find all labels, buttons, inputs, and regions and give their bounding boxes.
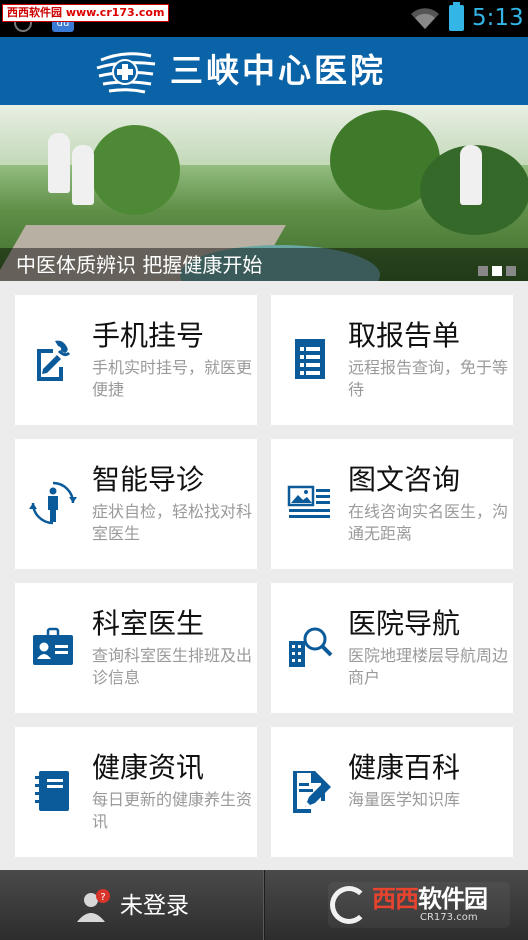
- menu-card-navigation[interactable]: 医院导航 医院地理楼层导航周边商户: [271, 583, 513, 713]
- menu-card-report[interactable]: 取报告单 远程报告查询，免于等待: [271, 295, 513, 425]
- card-title: 医院导航: [348, 607, 461, 640]
- hospital-logo: [96, 52, 156, 94]
- card-desc: 在线咨询实名医生，沟通无距离: [348, 502, 509, 543]
- bottom-bar: ? 未登录 西西软件园 CR173.com: [0, 870, 528, 940]
- banner-carousel[interactable]: 中医体质辨识 把握健康开始: [0, 105, 528, 281]
- notebook-icon: [35, 771, 69, 811]
- notification-badge: ?: [100, 892, 105, 903]
- card-desc: 远程报告查询，免于等待: [348, 358, 509, 399]
- wifi-icon: [411, 8, 439, 29]
- menu-card-news[interactable]: 健康资讯 每日更新的健康养生资讯: [15, 727, 257, 857]
- menu-card-guide[interactable]: 智能导诊 症状自检，轻松找对科室医生: [15, 439, 257, 569]
- carousel-dot[interactable]: [506, 266, 516, 276]
- card-desc: 症状自检，轻松找对科室医生: [92, 502, 253, 543]
- divider: [263, 870, 265, 940]
- banner-caption: 中医体质辨识 把握健康开始: [16, 253, 263, 277]
- login-button[interactable]: ? 未登录: [0, 870, 262, 940]
- card-title: 科室医生: [92, 607, 205, 640]
- building-search-icon: [289, 627, 333, 667]
- watermark-text: 西西软件园: [7, 6, 62, 19]
- id-card-icon: [33, 627, 73, 665]
- carousel-dot[interactable]: [478, 266, 488, 276]
- brand-logo: 西西软件园 CR173.com: [328, 882, 510, 928]
- card-title: 手机挂号: [92, 319, 205, 352]
- card-title: 健康资讯: [92, 751, 205, 784]
- card-desc: 海量医学知识库: [348, 790, 461, 809]
- document-pen-icon: [293, 771, 331, 813]
- brand-ring-icon: [330, 886, 368, 924]
- card-desc: 手机实时挂号，就医更便捷: [92, 358, 253, 399]
- battery-icon: [449, 2, 464, 31]
- image-text-icon: [287, 485, 330, 518]
- card-desc: 医院地理楼层导航周边商户: [348, 646, 509, 687]
- brand-url: CR173.com: [420, 912, 478, 923]
- menu-card-doctors[interactable]: 科室医生 查询科室医生排班及出诊信息: [15, 583, 257, 713]
- menu-card-consult[interactable]: 图文咨询 在线咨询实名医生，沟通无距离: [271, 439, 513, 569]
- clock: 5:13: [472, 5, 524, 31]
- watermark-url: www.cr173.com: [65, 6, 165, 19]
- carousel-dot[interactable]: [492, 266, 502, 276]
- status-bar: du 西西软件园 www.cr173.com 5:13: [0, 0, 528, 37]
- phone-register-icon: [37, 340, 71, 381]
- menu-card-wiki[interactable]: 健康百科 海量医学知识库: [271, 727, 513, 857]
- card-title: 取报告单: [348, 319, 461, 352]
- watermark: 西西软件园 www.cr173.com: [2, 4, 170, 22]
- card-title: 图文咨询: [348, 463, 461, 496]
- card-title: 智能导诊: [92, 463, 205, 496]
- body-guide-icon: [29, 481, 77, 525]
- login-label: 未登录: [120, 893, 189, 919]
- menu-card-register[interactable]: 手机挂号 手机实时挂号，就医更便捷: [15, 295, 257, 425]
- card-title: 健康百科: [348, 751, 461, 784]
- app-header: 三峡中心医院: [0, 37, 528, 105]
- brand-name: 西西软件园: [372, 885, 488, 913]
- report-icon: [295, 339, 325, 379]
- carousel-indicator: [474, 261, 516, 280]
- page-title: 三峡中心医院: [170, 51, 386, 90]
- card-desc: 每日更新的健康养生资讯: [92, 790, 253, 831]
- card-desc: 查询科室医生排班及出诊信息: [92, 646, 253, 687]
- user-icon: ?: [77, 889, 110, 922]
